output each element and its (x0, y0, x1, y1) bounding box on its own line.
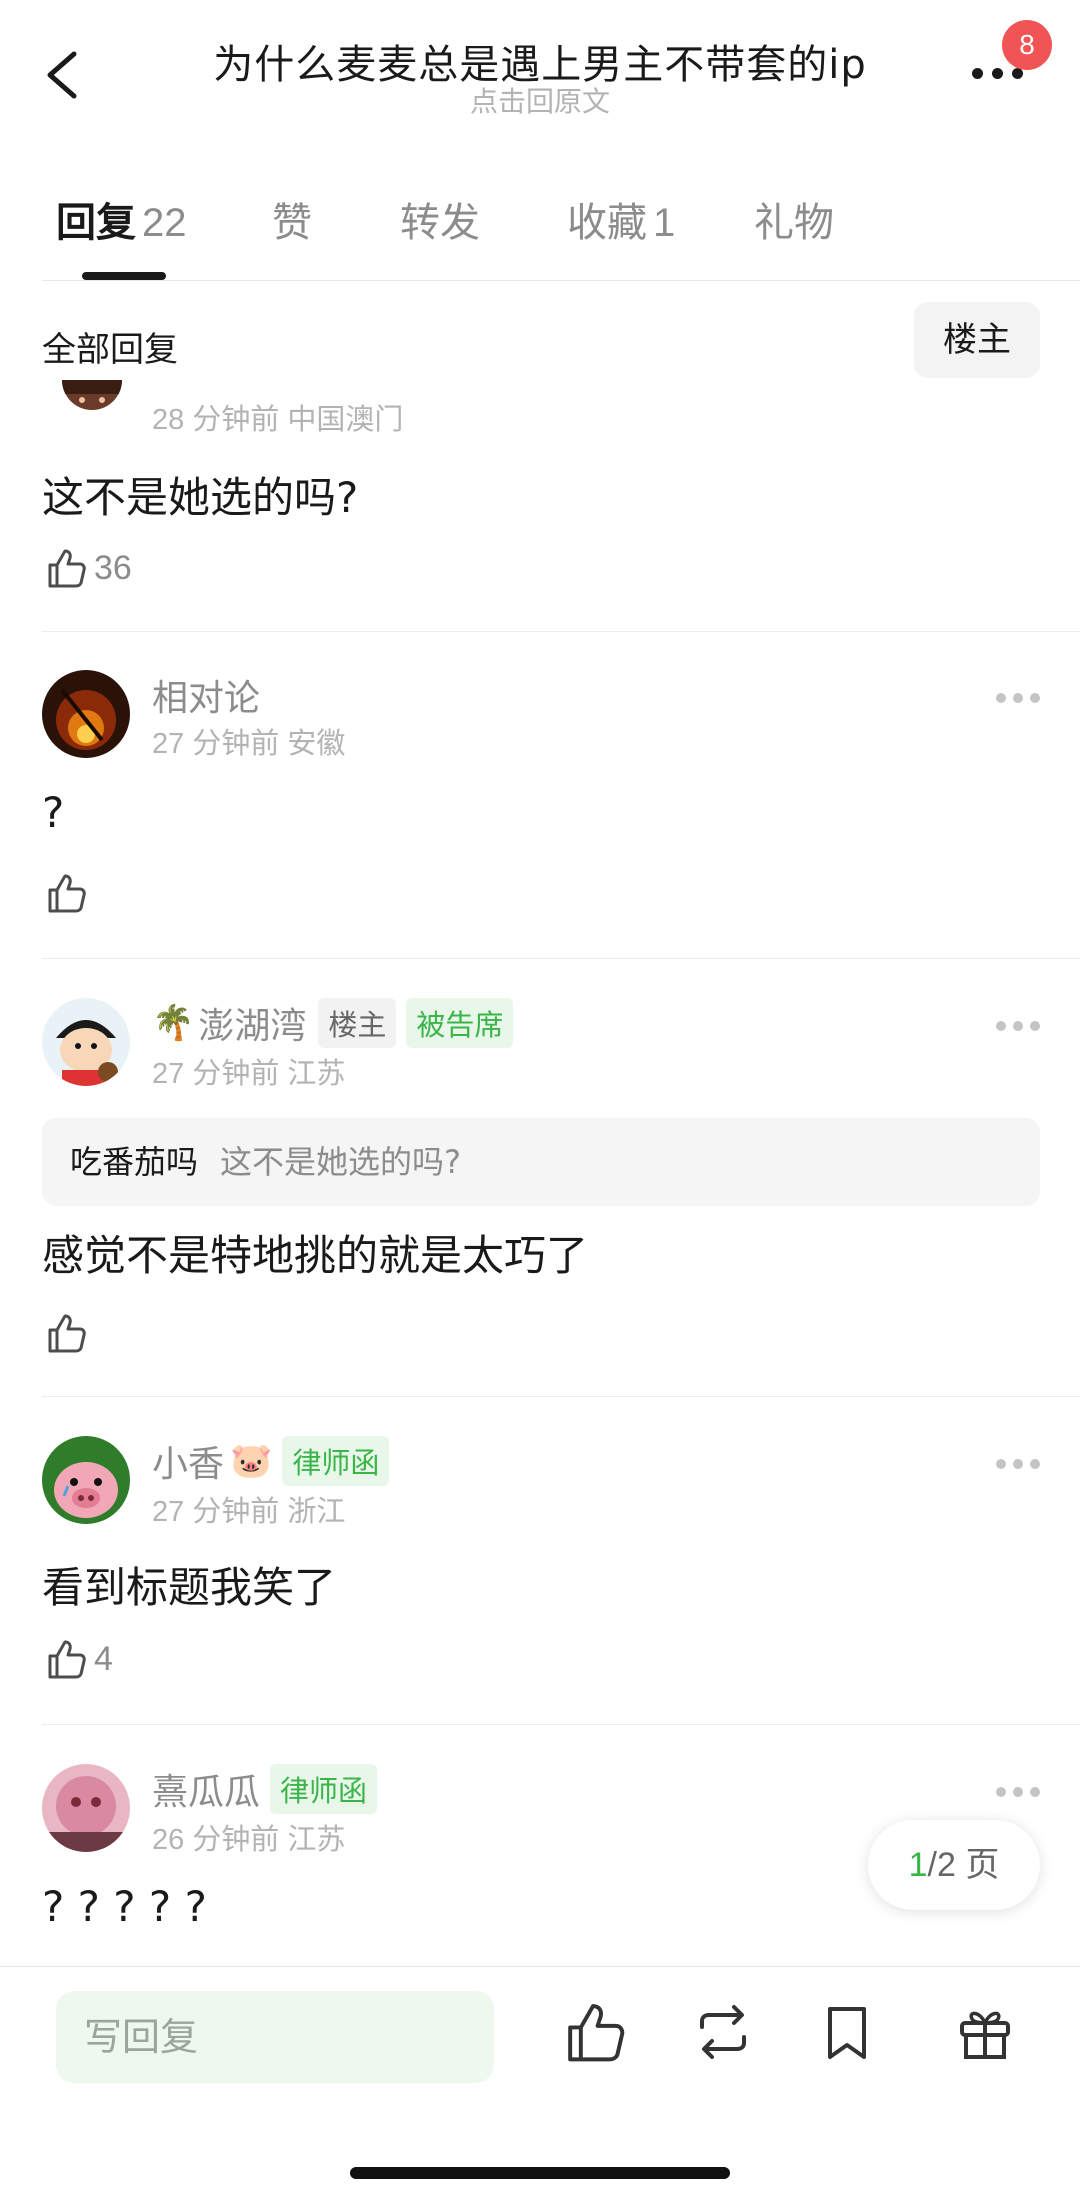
comment-location: 中国澳门 (287, 404, 404, 436)
current-page: 1 (908, 1846, 928, 1884)
tab-label: 回复 (56, 200, 136, 246)
comment-more-button[interactable] (996, 1018, 1040, 1034)
section-title: 全部回复 (42, 330, 178, 370)
tab-label: 收藏 (567, 200, 647, 246)
comment-username[interactable]: 小香 (152, 1435, 224, 1487)
op-only-filter-button[interactable]: 楼主 (914, 302, 1040, 378)
comment-text: 感觉不是特地挑的就是太巧了 (42, 1231, 589, 1280)
tab-reposts[interactable]: 转发 (400, 190, 480, 248)
tab-likes[interactable]: 赞 (272, 190, 312, 248)
quoted-text: 这不是她选的吗? (220, 1143, 462, 1181)
comment-username[interactable]: 相对论 (152, 669, 260, 721)
comment-location: 安徽 (287, 728, 346, 760)
more-dot-icon (992, 68, 1003, 79)
comment-text: 这不是她选的吗? (42, 473, 359, 522)
user-badge: 被告席 (406, 998, 514, 1048)
name-emoji: 🌴 (152, 1003, 195, 1043)
divider (42, 280, 1080, 281)
tab-label: 转发 (400, 200, 480, 246)
tab-label: 礼物 (754, 200, 834, 246)
favorite-button[interactable] (812, 1997, 882, 2067)
like-button[interactable] (42, 1308, 88, 1358)
active-tab-indicator (82, 272, 166, 280)
like-button[interactable]: 4 (42, 1634, 113, 1684)
tab-gifts[interactable]: 礼物 (754, 190, 834, 248)
like-post-button[interactable] (558, 1997, 628, 2067)
comment-username[interactable]: 熹瓜瓜 (152, 1763, 260, 1815)
quoted-reply[interactable]: 吃番茄吗 这不是她选的吗? (42, 1118, 1040, 1206)
avatar[interactable] (62, 380, 122, 410)
quoted-username: 吃番茄吗 (70, 1143, 199, 1181)
repost-icon (700, 2005, 746, 2059)
gift-button[interactable] (950, 1997, 1020, 2067)
tab-bar: 回复 22 赞 转发 收藏 1 礼物 (0, 190, 1080, 280)
comment-text: ? (42, 788, 65, 837)
comment-more-button[interactable] (996, 1784, 1040, 1800)
gift-icon (960, 2011, 1010, 2059)
avatar[interactable] (42, 670, 130, 758)
comment-location: 浙江 (287, 1496, 346, 1528)
comment-location: 江苏 (287, 1824, 346, 1856)
home-indicator[interactable] (350, 2167, 730, 2179)
thumbs-up-icon (48, 549, 86, 588)
comment-time: 28 分钟前 (152, 404, 280, 436)
more-dot-icon (1012, 68, 1023, 79)
op-tag: 楼主 (318, 998, 397, 1048)
avatar[interactable] (42, 998, 130, 1086)
thumbs-up-icon (48, 1314, 86, 1353)
avatar[interactable] (42, 1436, 130, 1524)
comment-location: 江苏 (287, 1058, 346, 1090)
divider (42, 1396, 1080, 1397)
like-count: 4 (94, 1639, 113, 1678)
tab-replies[interactable]: 回复 22 (56, 190, 187, 248)
divider (42, 1724, 1080, 1725)
bottom-action-bar: 写回复 (0, 1966, 1080, 2193)
back-to-original-link[interactable]: 点击回原文 (150, 80, 930, 120)
back-arrow-icon[interactable] (36, 40, 96, 110)
tab-count: 1 (653, 201, 676, 245)
page-indicator[interactable]: 1/2 页 (868, 1820, 1040, 1910)
reply-input[interactable]: 写回复 (56, 1991, 494, 2083)
tab-label: 赞 (272, 200, 312, 246)
more-dot-icon (972, 68, 983, 79)
notification-badge: 8 (1002, 20, 1052, 70)
thumbs-up-icon (48, 874, 86, 913)
user-badge: 律师函 (282, 1436, 390, 1486)
like-button[interactable] (42, 868, 88, 918)
bookmark-icon (828, 2007, 866, 2059)
user-badge: 律师函 (270, 1764, 378, 1814)
thumbs-up-icon (48, 1640, 86, 1679)
comment-time: 26 分钟前 (152, 1824, 280, 1856)
comment-text: ? ? ? ? ? (42, 1882, 207, 1931)
divider (42, 631, 1080, 632)
comment-username[interactable]: 澎湖湾 (198, 997, 306, 1049)
name-emoji: 🐷 (230, 1441, 273, 1481)
comment-time: 27 分钟前 (152, 1496, 280, 1528)
comment-time: 27 分钟前 (152, 728, 280, 760)
comment-more-button[interactable] (996, 1456, 1040, 1472)
like-button[interactable]: 36 (42, 543, 132, 593)
thumbs-up-icon (568, 2004, 625, 2062)
tab-favorites[interactable]: 收藏 1 (567, 190, 675, 248)
comment-text: 看到标题我笑了 (42, 1563, 337, 1612)
like-count: 36 (94, 548, 132, 587)
tab-count: 22 (142, 201, 187, 245)
divider (42, 958, 1080, 959)
total-pages: /2 页 (927, 1846, 1000, 1884)
comment-more-button[interactable] (996, 690, 1040, 706)
avatar[interactable] (42, 1764, 130, 1852)
comment-time: 27 分钟前 (152, 1058, 280, 1090)
repost-button[interactable] (688, 1997, 758, 2067)
top-bar: 为什么麦麦总是遇上男主不带套的ip 点击回原文 8 (0, 0, 1080, 150)
